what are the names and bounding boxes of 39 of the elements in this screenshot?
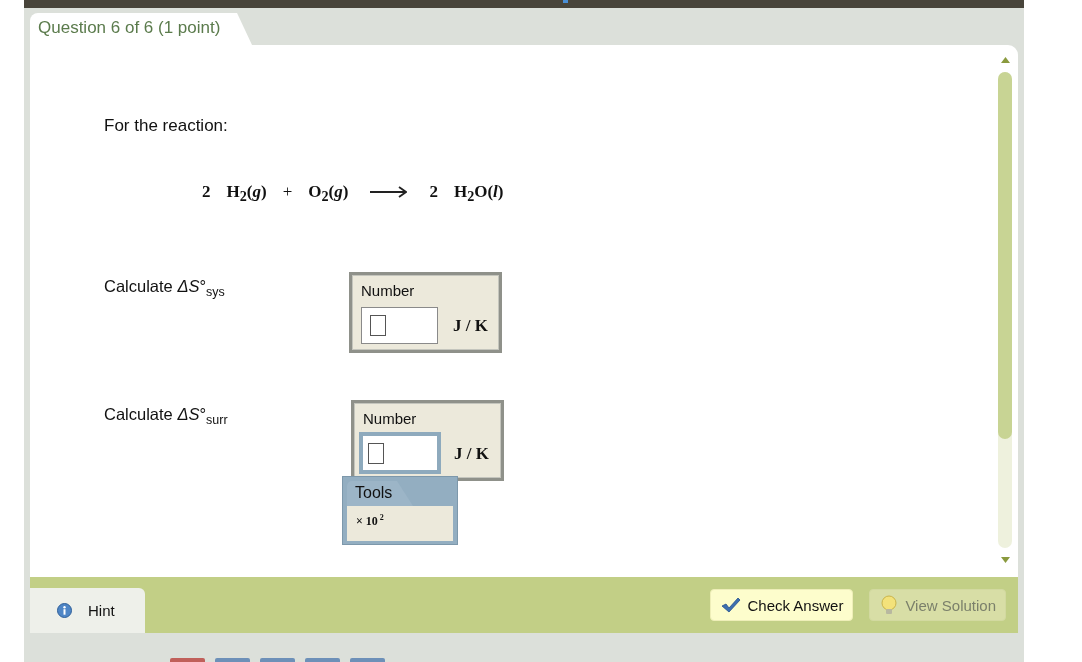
question-tab[interactable]: Question 6 of 6 (1 point): [30, 13, 252, 45]
unit-text: J / K: [454, 443, 489, 464]
formula-text: O$_{2}$(g): [308, 182, 349, 202]
field-label: Number: [363, 411, 418, 427]
plus-sign: +: [282, 182, 293, 202]
question-prompt: Calculate ΔS°$_{sys}$: [104, 276, 226, 302]
reaction-arrow-icon: [370, 186, 408, 198]
cut-off-tab[interactable]: [305, 658, 340, 662]
scroll-track[interactable]: [998, 72, 1012, 548]
unit-text: J / K: [453, 315, 488, 336]
answer-field[interactable]: [359, 432, 441, 474]
check-icon: [720, 597, 741, 613]
coefficient-text: 2: [202, 182, 211, 202]
check-answer-button[interactable]: Check Answer: [709, 589, 854, 621]
cut-off-tab[interactable]: [260, 658, 295, 662]
marker-icon: [563, 0, 568, 3]
hint-tab[interactable]: Hint: [30, 588, 145, 633]
intro-text: For the reaction:: [104, 117, 228, 135]
power-of-ten-button[interactable]: × 10$^{2}$: [356, 514, 384, 528]
answer-field[interactable]: [361, 307, 438, 344]
coefficient-text: 2: [429, 182, 438, 202]
formula-text: H$_{2}$O(l): [453, 182, 504, 202]
question-prompt: Calculate ΔS°$_{surr}$: [104, 404, 229, 430]
cut-off-tab[interactable]: [350, 658, 385, 662]
button-label: Check Answer: [747, 596, 844, 614]
tools-tab[interactable]: Tools: [347, 481, 413, 506]
field-label: Number: [361, 283, 416, 299]
cut-off-tab[interactable]: [170, 658, 205, 662]
lightbulb-icon: [880, 595, 899, 615]
formula-text: H$_{2}$(g): [226, 182, 267, 202]
scroll-up-icon[interactable]: [1000, 57, 1010, 63]
cut-off-tab[interactable]: [215, 658, 250, 662]
scroll-thumb[interactable]: [998, 72, 1012, 439]
empty-slot-icon: [368, 442, 384, 464]
button-label: View Solution: [905, 596, 996, 614]
empty-slot-icon: [370, 315, 386, 336]
hint-label: Hint: [88, 602, 115, 619]
scroll-down-icon[interactable]: [1000, 557, 1010, 563]
info-icon: [57, 603, 72, 618]
